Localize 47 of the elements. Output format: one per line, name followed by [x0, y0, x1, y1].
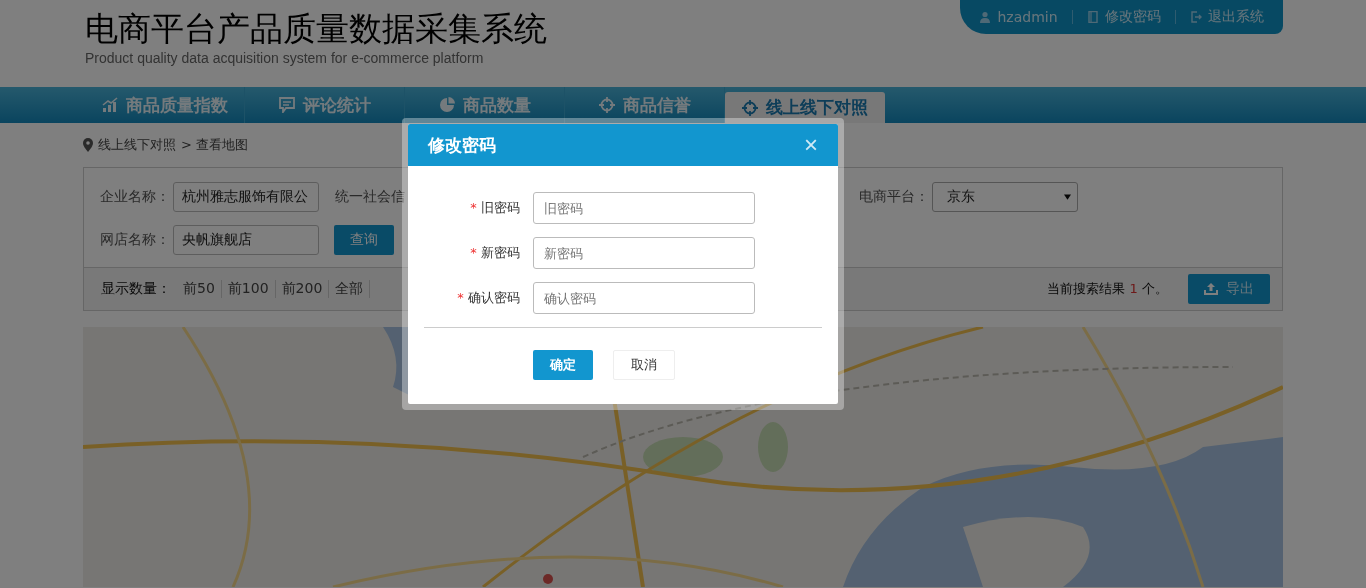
pie-chart-icon — [438, 97, 455, 113]
caret-icon — [1064, 194, 1071, 200]
result-count-text: 当前搜索结果 1 个。 — [1047, 280, 1168, 298]
user-icon — [979, 11, 992, 23]
count-option[interactable]: 全部 — [329, 280, 371, 298]
confirm-button[interactable]: 确定 — [533, 350, 593, 380]
field-label: * 旧密码 — [469, 199, 520, 217]
count-option[interactable]: 前200 — [275, 280, 330, 298]
query-button[interactable]: 查询 — [334, 225, 394, 255]
password-field[interactable]: 确认密码 — [533, 282, 755, 314]
user-menu-link[interactable]: hzadmin — [979, 9, 1058, 25]
bar-chart-icon — [101, 97, 118, 113]
breadcrumb-current: > 查看地图 — [181, 136, 249, 154]
breadcrumb-link[interactable]: 线上线下对照 — [98, 136, 176, 154]
password-field[interactable]: 旧密码 — [533, 192, 755, 224]
field-label: 企业名称： — [100, 188, 170, 206]
user-menu-link[interactable]: 修改密码 — [1086, 8, 1161, 26]
upload-icon — [1204, 283, 1218, 295]
user-menu-link[interactable]: 退出系统 — [1189, 8, 1264, 26]
field-label: * 确认密码 — [456, 289, 520, 307]
company-name-field[interactable]: 杭州雅志服饰有限公 — [173, 182, 319, 212]
nav-tab[interactable]: 线上线下对照 — [725, 92, 885, 123]
close-button[interactable]: × — [804, 133, 818, 157]
count-option[interactable]: 前50 — [177, 280, 222, 298]
count-option[interactable]: 前100 — [221, 280, 276, 298]
field-label: * 新密码 — [469, 244, 520, 262]
export-button[interactable]: 导出 — [1188, 274, 1270, 304]
notebook-icon — [1086, 11, 1099, 23]
dialog-title: 修改密码 — [428, 133, 496, 157]
cancel-button[interactable]: 取消 — [613, 350, 675, 380]
nav-tab[interactable]: 评论统计 — [245, 87, 405, 123]
field-label: 电商平台： — [859, 188, 929, 206]
comment-icon — [278, 97, 295, 113]
nav-tab[interactable]: 商品数量 — [405, 87, 565, 123]
site-title: 电商平台产品质量数据采集系统 — [85, 8, 547, 50]
nav-tab[interactable]: 商品质量指数 — [85, 87, 245, 123]
logout-icon — [1189, 11, 1202, 23]
count-label: 显示数量： — [101, 280, 171, 298]
field-label: 网店名称： — [100, 231, 170, 249]
crosshair-icon — [598, 97, 615, 113]
field-label: 统一社会信 — [335, 188, 405, 206]
password-field[interactable]: 新密码 — [533, 237, 755, 269]
platform-select[interactable]: 京东 — [932, 182, 1078, 212]
crosshair-icon — [742, 99, 758, 116]
site-subtitle: Product quality data acquisition system for e-commerce platform — [85, 50, 485, 66]
shop-name-field[interactable]: 央帆旗舰店 — [173, 225, 319, 255]
location-pin-icon — [83, 138, 93, 152]
